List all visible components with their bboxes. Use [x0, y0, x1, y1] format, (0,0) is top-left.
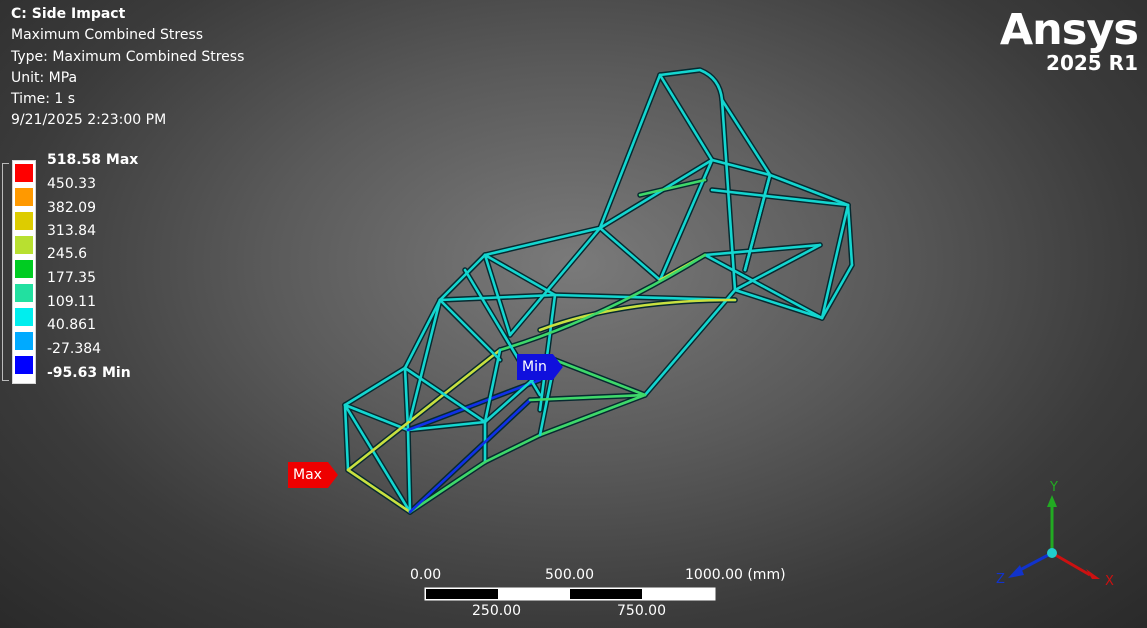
chassis-frame-model[interactable]: [0, 0, 1147, 628]
frame-tube[interactable]: [658, 73, 714, 162]
y-arrow-icon: [1047, 495, 1057, 507]
max-probe-label[interactable]: Max: [288, 462, 338, 488]
triad-origin: [1047, 548, 1057, 558]
frame-tube[interactable]: [743, 173, 772, 272]
frame-tube[interactable]: [598, 73, 662, 230]
x-axis-line: [1051, 551, 1091, 577]
axis-triad[interactable]: Y X Z: [990, 475, 1120, 595]
frame-tube[interactable]: [598, 226, 662, 282]
x-axis-label: X: [1105, 574, 1114, 589]
frame-tube-outlines: [342, 67, 855, 515]
y-axis-label: Y: [1049, 480, 1058, 495]
frame-tube[interactable]: [408, 398, 532, 514]
frame-tube[interactable]: [408, 460, 487, 514]
frame-tube[interactable]: [483, 433, 542, 464]
frame-tube[interactable]: [403, 298, 442, 370]
frame-tube[interactable]: [346, 468, 412, 514]
z-axis-label: Z: [996, 572, 1005, 587]
z-arrow-icon: [1008, 565, 1024, 578]
frame-tube[interactable]: [343, 403, 412, 514]
frame-tube[interactable]: [820, 203, 850, 320]
z-axis-line: [1017, 551, 1053, 573]
frame-tube[interactable]: [343, 366, 407, 407]
frame-tube[interactable]: [553, 358, 647, 397]
